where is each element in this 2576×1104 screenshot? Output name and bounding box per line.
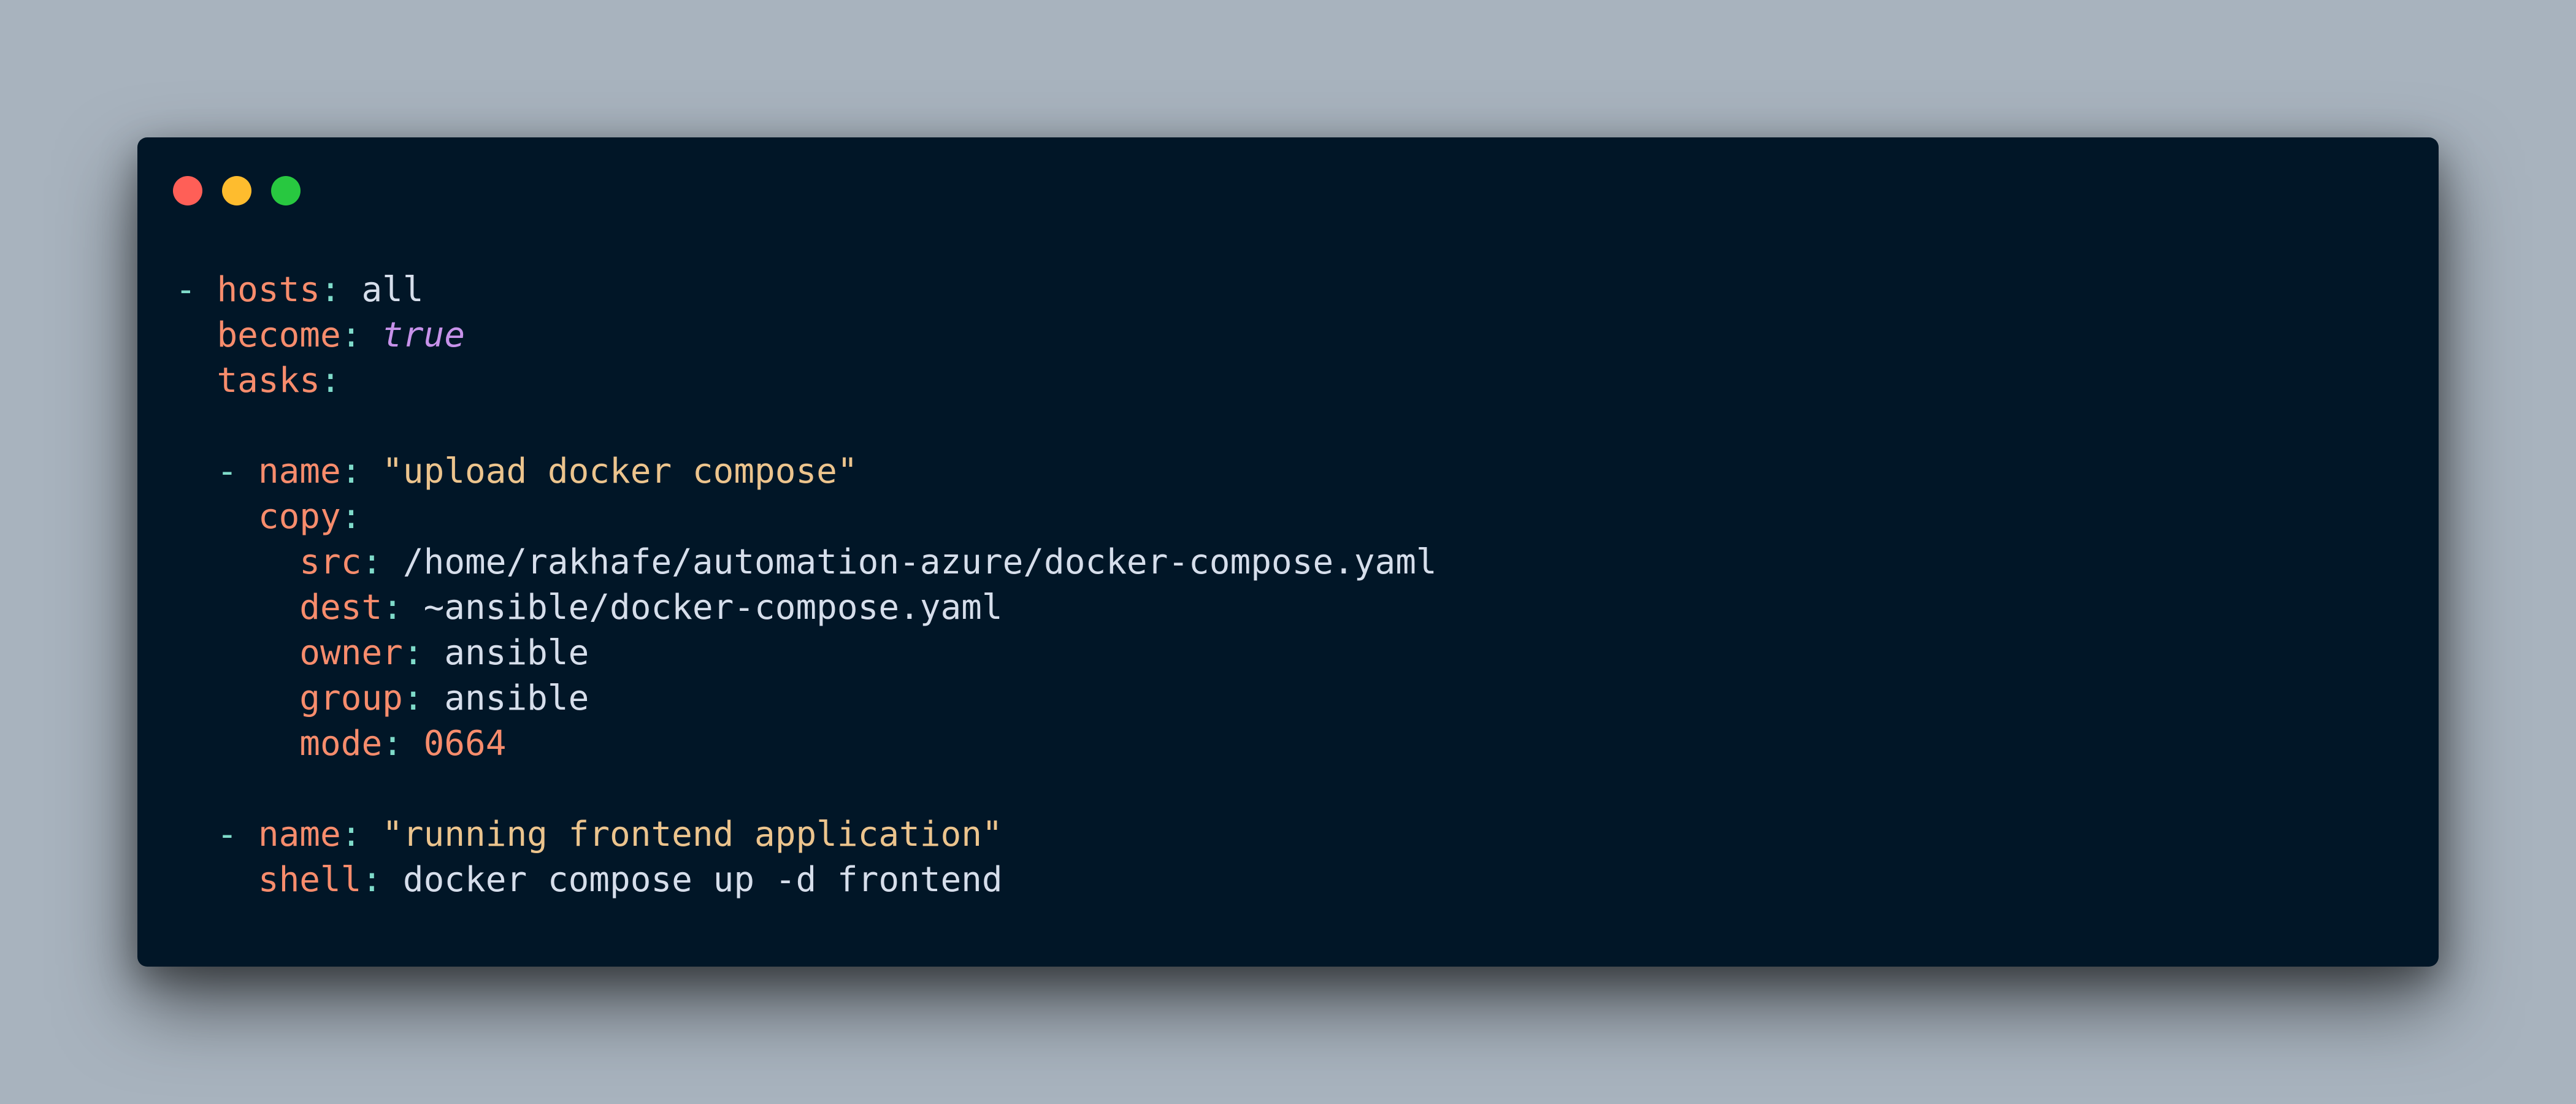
- code-line-12-blank: [175, 767, 1437, 812]
- code-line-2: become: true: [175, 313, 1437, 358]
- close-dot-icon[interactable]: [173, 176, 202, 205]
- yaml-key: copy: [258, 497, 341, 537]
- maximize-dot-icon[interactable]: [271, 176, 301, 205]
- yaml-colon: :: [340, 815, 383, 854]
- yaml-key: dest: [299, 588, 383, 627]
- list-dash: -: [217, 815, 258, 854]
- code-line-9: owner: ansible: [175, 631, 1437, 676]
- yaml-value: ~ansible/docker-compose.yaml: [423, 588, 1003, 627]
- yaml-key: src: [299, 542, 362, 582]
- yaml-colon: :: [382, 588, 424, 627]
- yaml-key: name: [258, 451, 341, 491]
- yaml-colon: :: [320, 361, 341, 401]
- code-line-13: - name: "running frontend application": [175, 812, 1437, 857]
- yaml-colon: :: [340, 497, 362, 537]
- yaml-key: shell: [258, 860, 362, 900]
- yaml-key: become: [217, 315, 341, 355]
- code-line-1: - hosts: all: [175, 267, 1437, 313]
- yaml-colon: :: [382, 724, 424, 764]
- code-line-3: tasks:: [175, 358, 1437, 404]
- yaml-colon: :: [340, 315, 383, 355]
- code-line-7: src: /home/rakhafe/automation-azure/dock…: [175, 540, 1437, 585]
- code-window: - hosts: all become: true tasks: - name:…: [137, 137, 2439, 967]
- yaml-colon: :: [402, 678, 445, 718]
- yaml-key: tasks: [217, 361, 321, 401]
- yaml-key: mode: [299, 724, 383, 764]
- yaml-colon: :: [320, 270, 362, 310]
- yaml-string: "upload docker compose": [382, 451, 858, 491]
- yaml-key: hosts: [217, 270, 321, 310]
- yaml-value: ansible: [444, 678, 589, 718]
- yaml-key: owner: [299, 633, 403, 673]
- code-line-8: dest: ~ansible/docker-compose.yaml: [175, 585, 1437, 631]
- yaml-value: docker compose up -d frontend: [402, 860, 1003, 900]
- list-dash: -: [175, 270, 217, 310]
- code-line-5: - name: "upload docker compose": [175, 449, 1437, 494]
- list-dash: -: [217, 451, 258, 491]
- yaml-colon: :: [340, 451, 383, 491]
- yaml-colon: :: [361, 542, 403, 582]
- yaml-number: 0664: [423, 724, 507, 764]
- yaml-colon: :: [361, 860, 403, 900]
- code-line-6: copy:: [175, 494, 1437, 540]
- yaml-key: group: [299, 678, 403, 718]
- yaml-value: all: [361, 270, 424, 310]
- yaml-colon: :: [402, 633, 445, 673]
- yaml-boolean: true: [382, 315, 466, 355]
- yaml-string: "running frontend application": [382, 815, 1003, 854]
- code-line-11: mode: 0664: [175, 721, 1437, 767]
- yaml-value: /home/rakhafe/automation-azure/docker-co…: [402, 542, 1437, 582]
- code-line-4-blank: [175, 404, 1437, 449]
- window-controls: [173, 176, 301, 205]
- minimize-dot-icon[interactable]: [222, 176, 251, 205]
- yaml-key: name: [258, 815, 341, 854]
- code-line-14: shell: docker compose up -d frontend: [175, 857, 1437, 903]
- yaml-value: ansible: [444, 633, 589, 673]
- code-line-10: group: ansible: [175, 676, 1437, 721]
- code-block: - hosts: all become: true tasks: - name:…: [175, 267, 1437, 903]
